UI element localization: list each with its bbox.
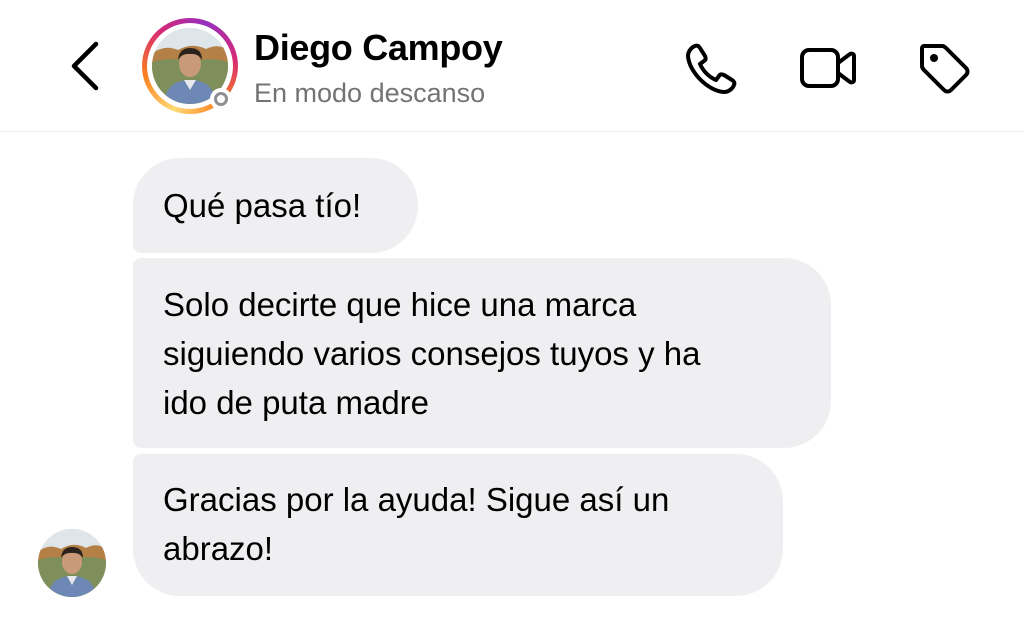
contact-name[interactable]: Diego Campoy <box>254 27 503 69</box>
message-bubble[interactable]: Solo decirte que hice una marca siguiend… <box>133 258 831 448</box>
message-line: Qué pasa tío! <box>163 187 362 224</box>
audio-call-button[interactable] <box>682 38 742 98</box>
message-thread: Qué pasa tío! Solo decirte que hice una … <box>0 133 1024 618</box>
phone-icon <box>686 43 737 94</box>
activity-status-indicator <box>210 88 232 110</box>
message-line: Solo decirte que hice una marca <box>163 286 637 323</box>
tag-button[interactable] <box>914 38 974 98</box>
message-line: siguiendo varios consejos tuyos y ha <box>163 335 701 372</box>
back-button[interactable] <box>60 36 110 96</box>
message-line: Gracias por la ayuda! Sigue así un <box>163 481 670 518</box>
chat-screen: Diego Campoy En modo descanso Qué pasa t… <box>0 0 1024 618</box>
message-bubble[interactable]: Qué pasa tío! <box>133 158 418 253</box>
chevron-left-icon <box>71 41 99 91</box>
message-bubble[interactable]: Gracias por la ayuda! Sigue así un abraz… <box>133 454 783 596</box>
message-line: abrazo! <box>163 530 274 567</box>
sender-avatar[interactable] <box>38 529 106 597</box>
contact-status: En modo descanso <box>254 78 486 108</box>
tag-icon <box>920 44 970 94</box>
header-avatar[interactable] <box>142 18 238 114</box>
chat-header: Diego Campoy En modo descanso <box>0 0 1024 132</box>
message-line: ido de puta madre <box>163 384 430 421</box>
video-call-button[interactable] <box>798 38 858 98</box>
video-camera-icon <box>800 48 856 88</box>
